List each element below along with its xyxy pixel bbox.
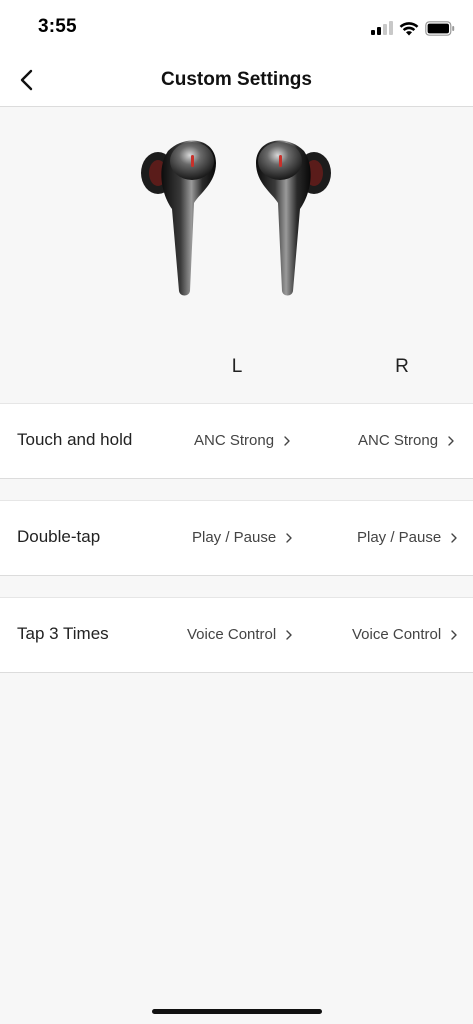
cellular-signal-icon bbox=[371, 21, 393, 35]
right-action-selector[interactable]: ANC Strong bbox=[358, 432, 455, 449]
setting-row-tap-3-times: Tap 3 Times Voice Control Voice Control bbox=[0, 597, 473, 673]
left-action-selector[interactable]: Play / Pause bbox=[192, 529, 293, 546]
chevron-right-icon bbox=[451, 629, 457, 640]
left-action-value: Play / Pause bbox=[192, 529, 277, 546]
navigation-bar: Custom Settings bbox=[0, 56, 473, 107]
setting-label: Tap 3 Times bbox=[17, 624, 109, 643]
chevron-right-icon bbox=[286, 629, 292, 640]
status-icons bbox=[371, 18, 455, 38]
earbuds-hero: L R bbox=[0, 107, 473, 403]
right-action-value: Voice Control bbox=[352, 626, 442, 643]
chevron-right-icon bbox=[286, 532, 292, 543]
battery-icon bbox=[425, 20, 455, 36]
chevron-right-icon bbox=[284, 435, 290, 446]
home-indicator[interactable] bbox=[152, 1009, 322, 1014]
left-action-selector[interactable]: Voice Control bbox=[187, 626, 293, 643]
right-action-selector[interactable]: Voice Control bbox=[352, 626, 458, 643]
setting-label: Touch and hold bbox=[17, 430, 133, 449]
left-action-selector[interactable]: ANC Strong bbox=[194, 432, 291, 449]
setting-row-double-tap: Double-tap Play / Pause Play / Pause bbox=[0, 500, 473, 576]
chevron-right-icon bbox=[448, 435, 454, 446]
right-action-value: Play / Pause bbox=[357, 529, 442, 546]
left-action-value: Voice Control bbox=[187, 626, 277, 643]
status-time: 3:55 bbox=[38, 16, 77, 37]
setting-row-touch-and-hold: Touch and hold ANC Strong ANC Strong bbox=[0, 403, 473, 479]
earbuds-image bbox=[141, 140, 331, 296]
setting-label: Double-tap bbox=[17, 527, 101, 546]
wifi-icon bbox=[399, 21, 419, 35]
chevron-right-icon bbox=[451, 532, 457, 543]
left-earbud-label: L bbox=[231, 356, 243, 377]
right-earbud-label: R bbox=[395, 356, 409, 377]
page-title: Custom Settings bbox=[161, 69, 312, 90]
right-action-value: ANC Strong bbox=[358, 432, 439, 449]
right-action-selector[interactable]: Play / Pause bbox=[357, 529, 458, 546]
left-earbud bbox=[141, 140, 216, 296]
left-action-value: ANC Strong bbox=[194, 432, 275, 449]
right-earbud bbox=[256, 140, 331, 296]
status-bar: 3:55 bbox=[0, 0, 473, 56]
